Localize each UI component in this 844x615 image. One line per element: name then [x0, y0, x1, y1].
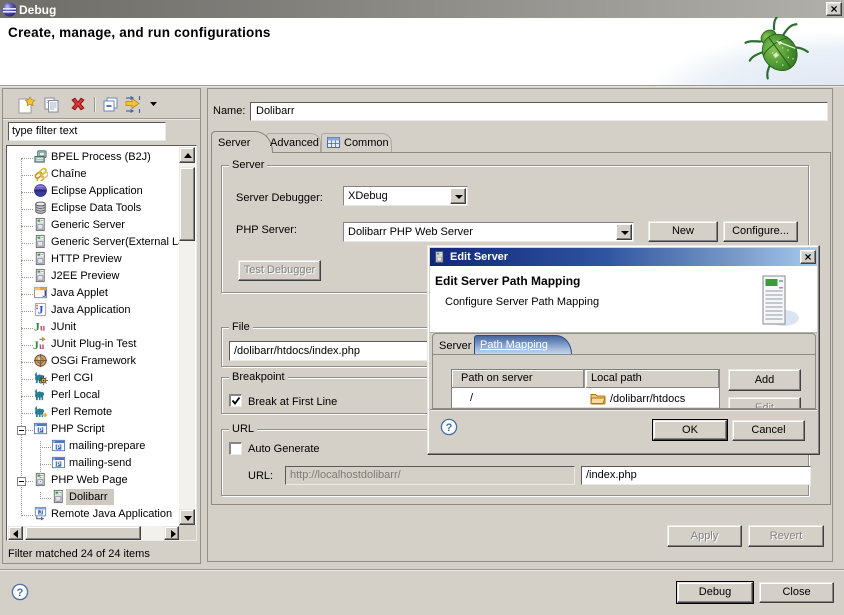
- svg-text:?: ?: [446, 422, 453, 434]
- svg-text:?: ?: [17, 587, 24, 599]
